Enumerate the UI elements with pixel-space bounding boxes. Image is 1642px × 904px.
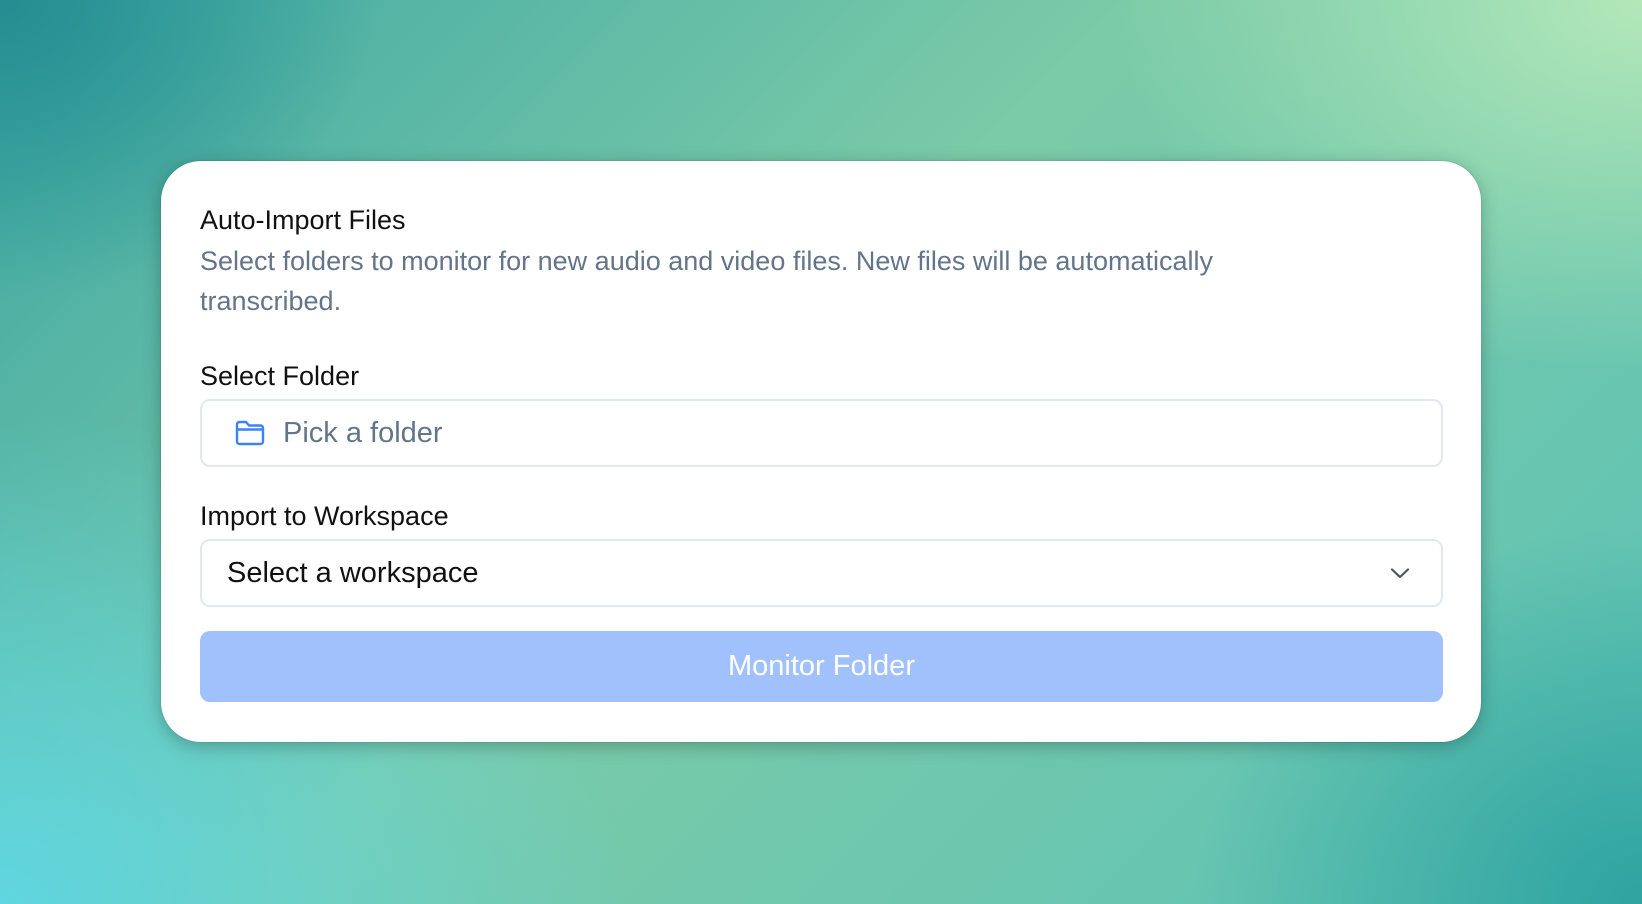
folder-placeholder: Pick a folder xyxy=(283,416,443,449)
monitor-folder-button[interactable]: Monitor Folder xyxy=(200,631,1443,702)
workspace-select[interactable]: Select a workspace xyxy=(200,539,1443,607)
folder-picker[interactable]: Pick a folder xyxy=(200,399,1443,467)
dialog-title: Auto-Import Files xyxy=(200,205,406,235)
auto-import-dialog: Auto-Import Files Select folders to moni… xyxy=(161,161,1481,742)
select-folder-label: Select Folder xyxy=(200,361,360,391)
dialog-description: Select folders to monitor for new audio … xyxy=(200,246,1213,316)
chevron-down-icon xyxy=(1389,566,1411,580)
workspace-label: Import to Workspace xyxy=(200,501,449,531)
folder-icon xyxy=(234,419,266,447)
workspace-select-value: Select a workspace xyxy=(227,556,479,589)
